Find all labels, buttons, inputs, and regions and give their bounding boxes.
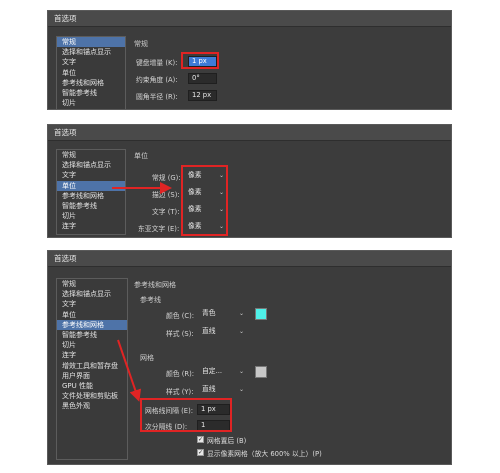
annotation-arrows <box>112 182 172 402</box>
arrow-to-grid-settings <box>117 339 142 402</box>
